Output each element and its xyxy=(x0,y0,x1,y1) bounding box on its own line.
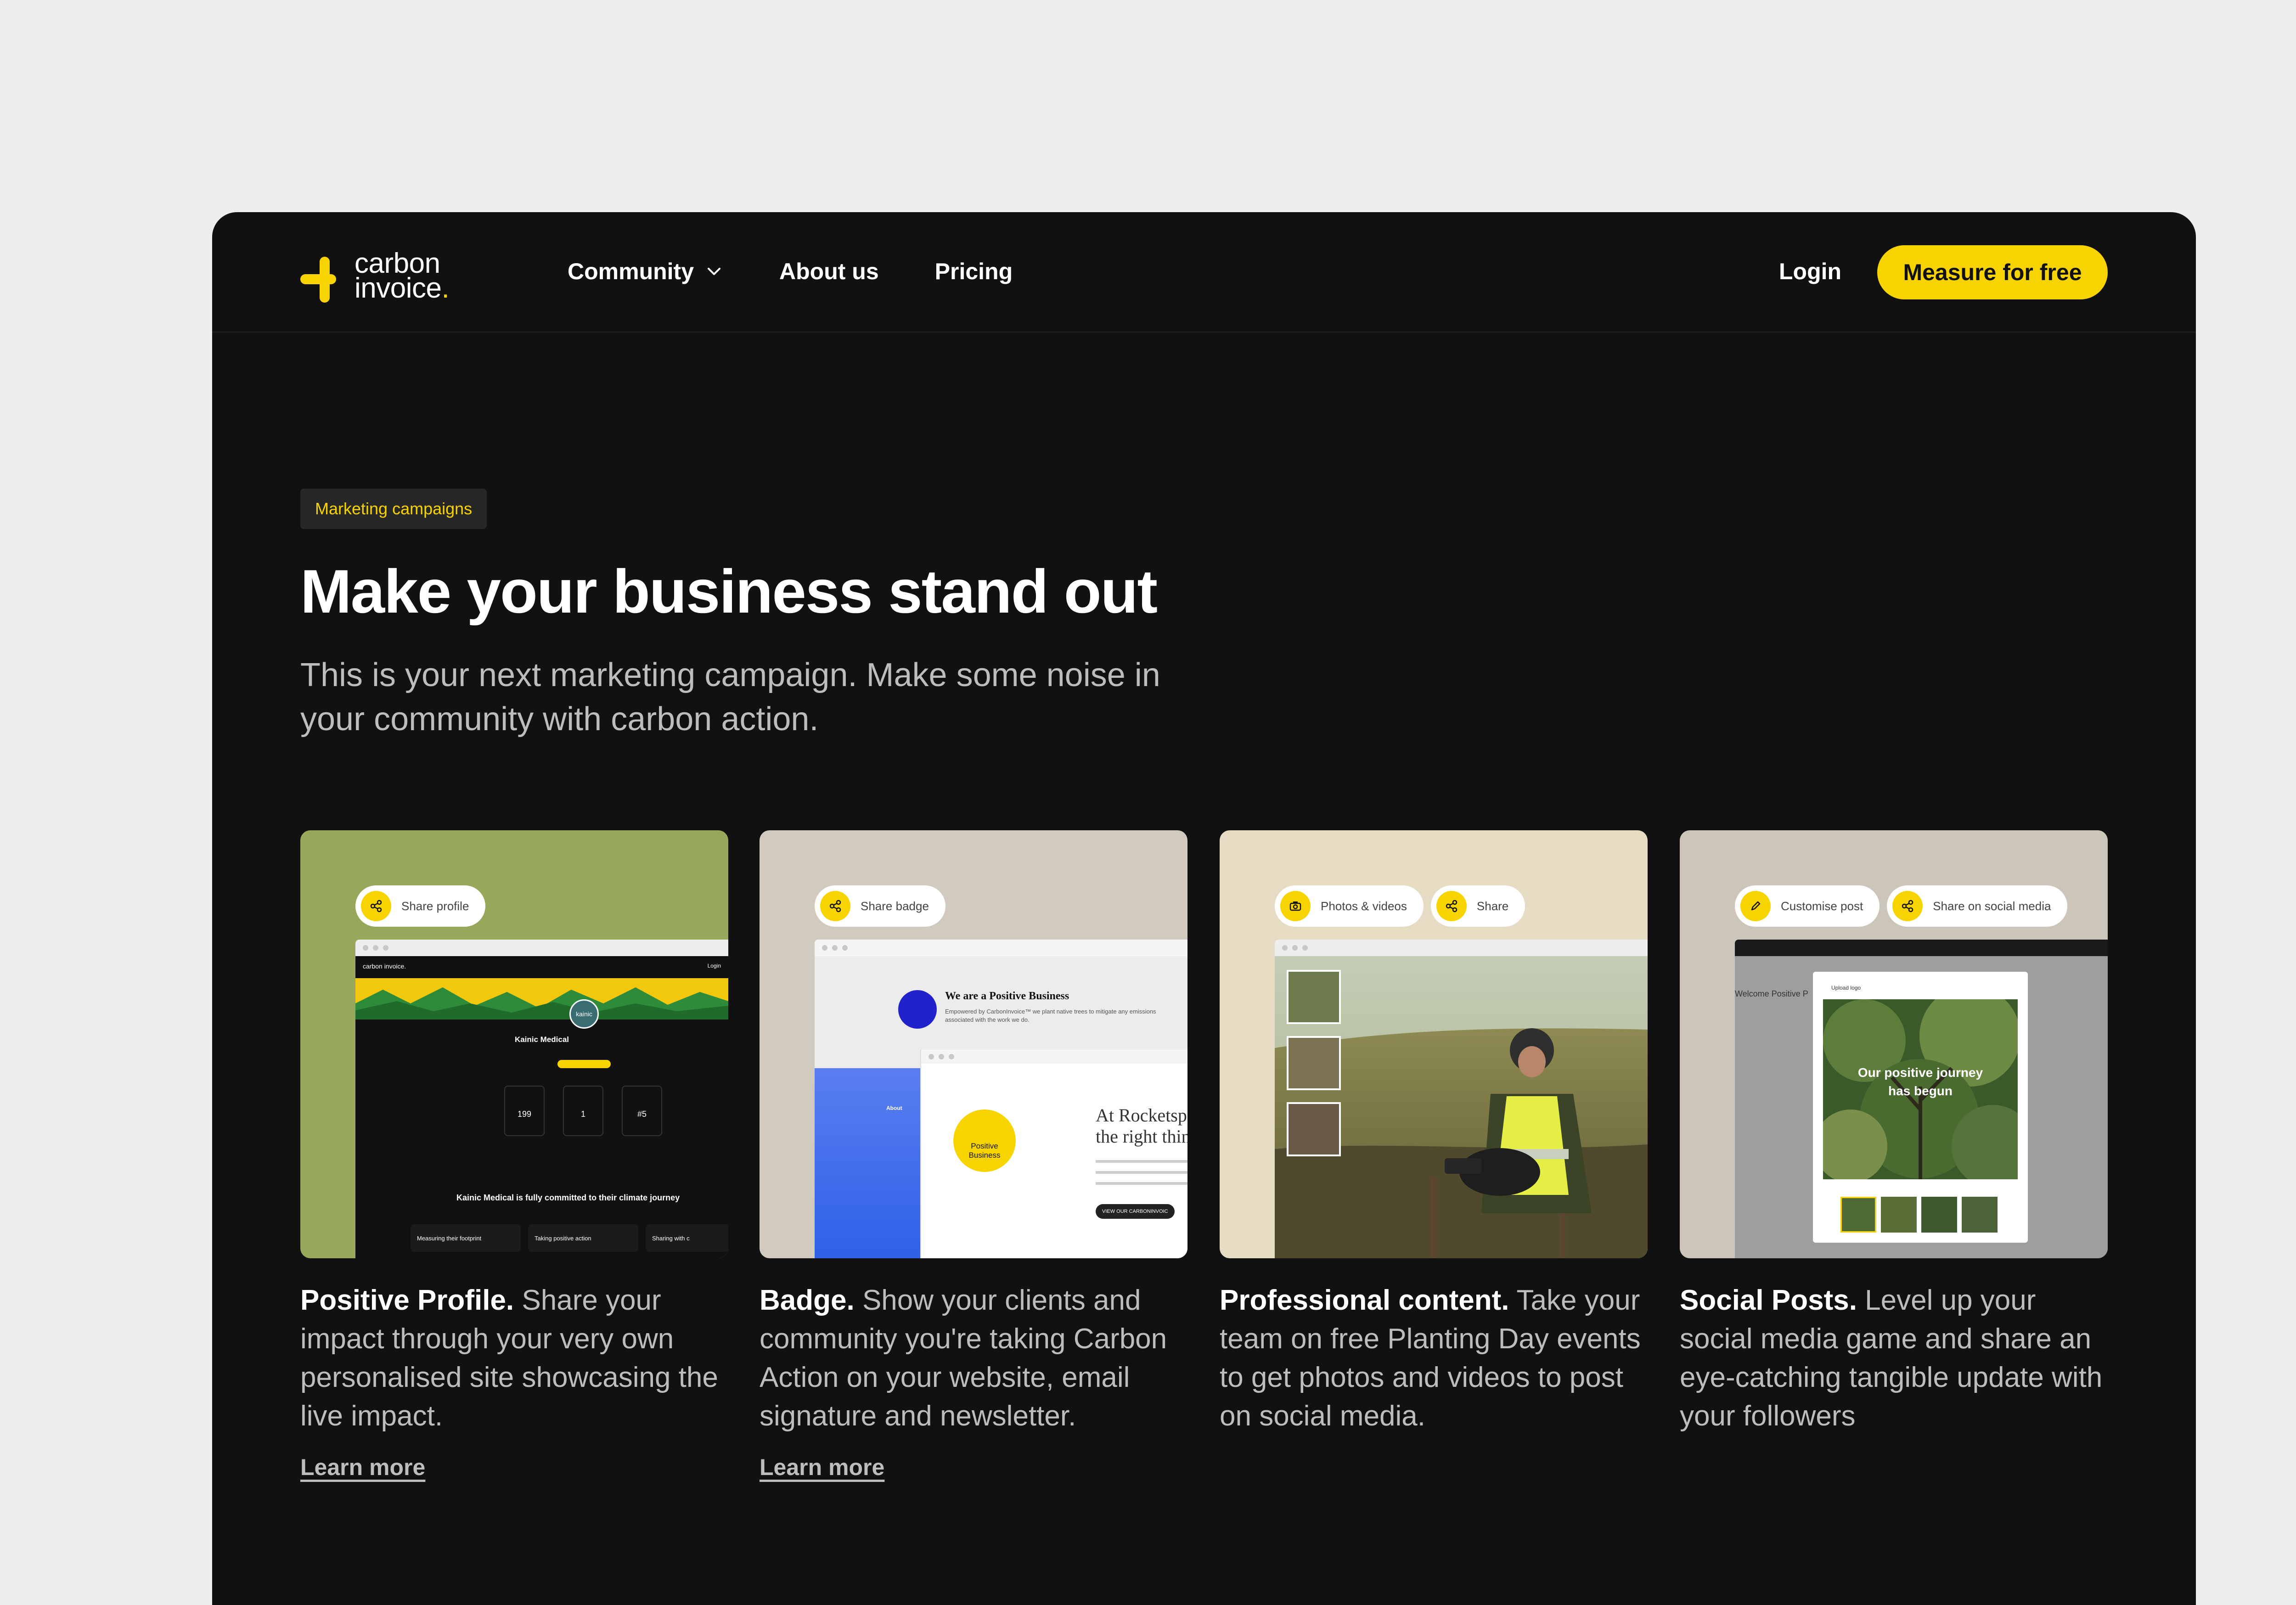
mock-stat-rank: #5 xyxy=(622,1086,662,1136)
nav-community[interactable]: Community xyxy=(568,258,723,285)
mock-badge-text: Empowered by CarbonInvoice™ we plant nat… xyxy=(945,1008,1156,1023)
measure-for-free-button[interactable]: Measure for free xyxy=(1877,245,2108,299)
post-thumb-2[interactable] xyxy=(1881,1197,1917,1233)
mock-badge-bar xyxy=(557,1060,611,1068)
post-thumb-1[interactable] xyxy=(1840,1197,1876,1233)
positive-business-badge: Positive Business xyxy=(953,1109,1016,1172)
card-image: Customise post Share on social media Wel… xyxy=(1680,830,2108,1258)
card-heading: Social Posts. xyxy=(1680,1284,1857,1316)
thumbnail-3[interactable] xyxy=(1287,1102,1341,1156)
social-mock-window: Welcome Positive P Upload logo Our posit… xyxy=(1735,940,2108,1258)
card-description: Social Posts. Level up your social media… xyxy=(1680,1281,2108,1436)
plus-logo-icon xyxy=(300,257,336,303)
page-title: Make your business stand out xyxy=(300,558,1158,626)
top-nav: carbon invoice. Community About us Prici… xyxy=(212,212,2196,332)
badge-mock-window: We are a Positive Business Empowered by … xyxy=(815,940,1187,1258)
card-image: Photos & videos Share xyxy=(1220,830,1648,1258)
mock-about-label: About xyxy=(886,1105,902,1111)
photos-videos-pill[interactable]: Photos & videos xyxy=(1275,885,1424,927)
company-avatar: kainic xyxy=(569,999,599,1029)
mock-chip-taking-action: Taking positive action xyxy=(528,1224,638,1252)
card-heading: Badge. xyxy=(760,1284,855,1316)
card-description: Professional content. Take your team on … xyxy=(1220,1281,1648,1436)
mock-chip-measuring: Measuring their footprint xyxy=(411,1224,521,1252)
section-tag: Marketing campaigns xyxy=(300,489,487,529)
mock-upload-logo: Upload logo xyxy=(1831,985,1861,991)
pencil-icon xyxy=(1740,891,1771,921)
mock-brand: carbon invoice. xyxy=(363,963,406,970)
card-heading: Positive Profile. xyxy=(300,1284,514,1316)
card-badge: Share badge We are a Positive Business E… xyxy=(760,830,1187,1481)
nav-links: Community About us Pricing xyxy=(568,258,1069,285)
card-image: Share badge We are a Positive Business E… xyxy=(760,830,1187,1258)
mock-chip-sharing: Sharing with c xyxy=(646,1224,728,1252)
mock-company-name: Kainic Medical xyxy=(514,1035,569,1044)
badge-circle-icon xyxy=(898,990,937,1029)
mock-welcome: Welcome Positive P xyxy=(1735,989,1808,998)
thumbnail-1[interactable] xyxy=(1287,970,1341,1024)
share-icon xyxy=(820,891,850,921)
post-thumb-4[interactable] xyxy=(1962,1197,1998,1233)
page-subtitle: This is your next marketing campaign. Ma… xyxy=(300,657,1160,738)
share-on-social-media-pill[interactable]: Share on social media xyxy=(1887,885,2068,927)
learn-more-link[interactable]: Learn more xyxy=(760,1454,884,1481)
post-thumb-3[interactable] xyxy=(1921,1197,1957,1233)
customise-post-pill[interactable]: Customise post xyxy=(1735,885,1880,927)
chevron-down-icon xyxy=(708,268,720,275)
learn-more-link[interactable]: Learn more xyxy=(300,1454,425,1481)
mock-view-button: VIEW OUR CARBONINVOIC xyxy=(1096,1204,1175,1219)
share-pill[interactable]: Share xyxy=(1430,885,1525,927)
logo-text: carbon invoice. xyxy=(355,248,450,304)
photo-mock-window xyxy=(1275,940,1648,1258)
mock-badge-title: We are a Positive Business xyxy=(945,990,1069,1002)
post-editor-modal: Upload logo Our positive journey has begu… xyxy=(1813,972,2028,1243)
share-profile-pill[interactable]: Share profile xyxy=(355,885,486,927)
share-icon xyxy=(361,891,391,921)
camera-icon xyxy=(1280,891,1311,921)
card-positive-profile: Share profile carbon invoice. Login kain… xyxy=(300,830,728,1481)
card-heading: Professional content. xyxy=(1220,1284,1509,1316)
mountain-banner xyxy=(355,978,728,1019)
card-social-posts: Customise post Share on social media Wel… xyxy=(1680,830,2108,1436)
thumbnail-2[interactable] xyxy=(1287,1036,1341,1090)
page-frame: carbon invoice. Community About us Prici… xyxy=(212,212,2196,1605)
nav-pricing[interactable]: Pricing xyxy=(935,258,1013,285)
card-professional-content: Photos & videos Share Professional conte… xyxy=(1220,830,1648,1436)
post-headline: Our positive journey has begun xyxy=(1857,1065,1983,1098)
logo[interactable]: carbon invoice. xyxy=(300,248,484,304)
profile-mock-window: carbon invoice. Login kainic Kainic Medi… xyxy=(355,940,728,1258)
share-icon xyxy=(1892,891,1923,921)
mock-blue-panel xyxy=(815,1068,920,1258)
card-image: Share profile carbon invoice. Login kain… xyxy=(300,830,728,1258)
card-description: Badge. Show your clients and community y… xyxy=(760,1281,1187,1436)
mock-login: Login xyxy=(707,963,721,969)
mock-stat-actions: 1 xyxy=(563,1086,603,1136)
share-icon xyxy=(1436,891,1467,921)
mock-white-page: Positive Business At Rocketspa the right t… xyxy=(920,1050,1187,1258)
mock-stat-trees: 199 xyxy=(504,1086,545,1136)
mock-serif-heading: At Rocketspa the right thin xyxy=(1096,1105,1187,1147)
login-link[interactable]: Login xyxy=(1779,258,1841,285)
mock-headline: Kainic Medical is fully committed to the… xyxy=(456,1193,680,1202)
card-description: Positive Profile. Share your impact thro… xyxy=(300,1281,728,1436)
nav-about[interactable]: About us xyxy=(779,258,879,285)
share-badge-pill[interactable]: Share badge xyxy=(815,885,945,927)
